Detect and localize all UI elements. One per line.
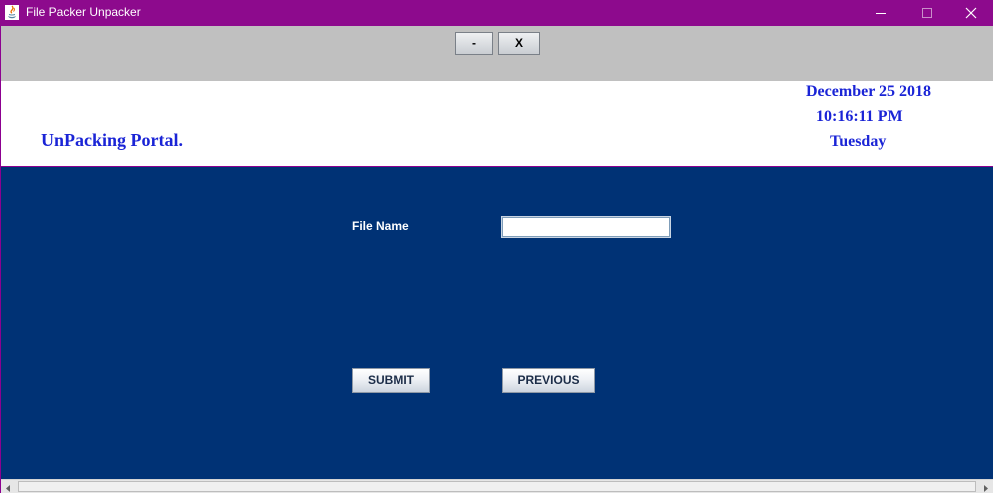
submit-button[interactable]: SUBMIT — [352, 368, 430, 393]
window-close-button[interactable] — [948, 0, 993, 26]
day-label: Tuesday — [830, 133, 887, 150]
time-label: 10:16:11 PM — [816, 108, 903, 125]
minimize-app-button[interactable]: - — [455, 32, 493, 55]
scrollbar-thumb[interactable] — [18, 481, 976, 492]
toolbar-strip: - X — [1, 26, 993, 81]
arrow-right-icon — [984, 485, 988, 492]
java-app-icon — [5, 5, 19, 20]
arrow-left-icon — [6, 485, 10, 492]
exit-app-button[interactable]: X — [498, 32, 540, 55]
app-window: File Packer Unpacker - X UnPacking Porta… — [0, 0, 993, 493]
title-bar[interactable]: File Packer Unpacker — [0, 0, 993, 26]
content-pane: - X UnPacking Portal. December 25 2018 1… — [1, 26, 993, 493]
horizontal-scrollbar[interactable] — [1, 479, 993, 493]
window-minimize-button[interactable] — [858, 0, 904, 26]
unpack-form-panel: File Name SUBMIT PREVIOUS — [1, 167, 993, 479]
previous-button[interactable]: PREVIOUS — [502, 368, 595, 393]
window-maximize-button[interactable] — [904, 0, 950, 26]
header-band: UnPacking Portal. December 25 2018 10:16… — [1, 81, 993, 166]
minimize-icon — [876, 13, 886, 14]
file-name-label: File Name — [352, 219, 409, 233]
scroll-right-button[interactable] — [978, 480, 993, 493]
window-title: File Packer Unpacker — [26, 5, 141, 19]
file-name-input[interactable] — [501, 216, 671, 238]
close-icon — [965, 7, 977, 19]
maximize-icon — [922, 8, 932, 18]
page-title: UnPacking Portal. — [41, 130, 183, 150]
scroll-left-button[interactable] — [1, 480, 16, 493]
date-label: December 25 2018 — [806, 83, 931, 100]
